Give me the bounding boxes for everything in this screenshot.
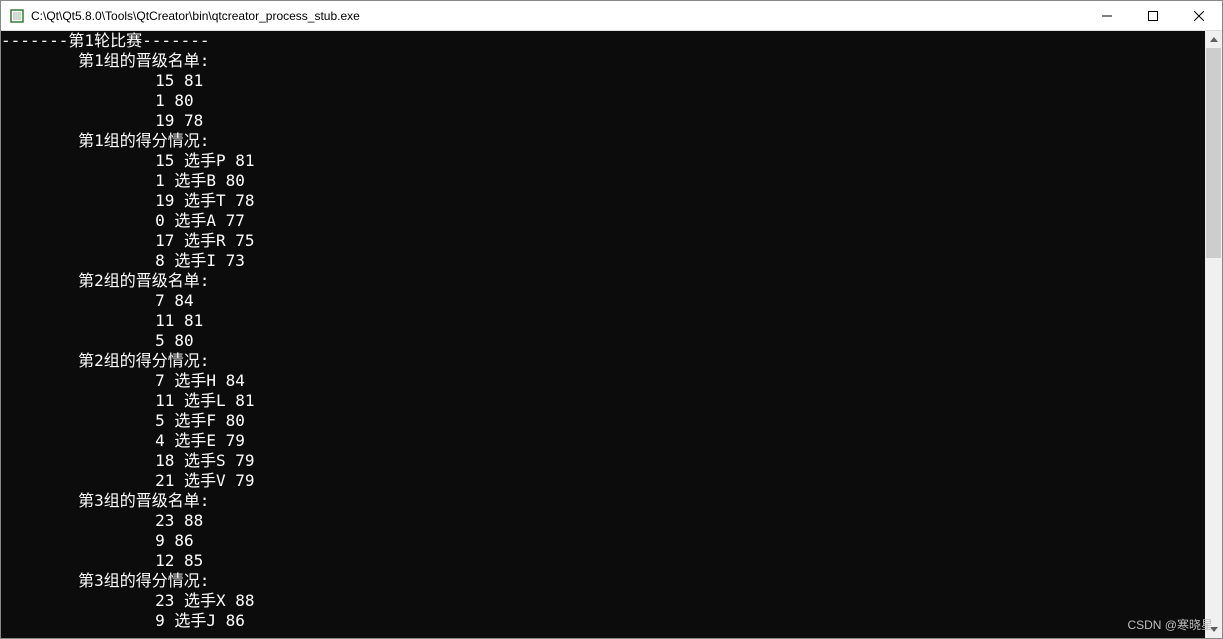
client-area: -------第1轮比赛------- 第1组的晋级名单: 15 81 1 80… — [1, 31, 1222, 638]
console-text: -------第1轮比赛------- 第1组的晋级名单: 15 81 1 80… — [1, 31, 1205, 631]
chevron-up-icon — [1210, 37, 1218, 42]
maximize-button[interactable] — [1130, 1, 1176, 31]
app-window: C:\Qt\Qt5.8.0\Tools\QtCreator\bin\qtcrea… — [0, 0, 1223, 639]
scrollbar-thumb[interactable] — [1206, 48, 1221, 258]
minimize-icon — [1102, 11, 1112, 21]
scroll-up-button[interactable] — [1205, 31, 1222, 48]
close-icon — [1194, 11, 1204, 21]
close-button[interactable] — [1176, 1, 1222, 31]
scroll-down-button[interactable] — [1205, 621, 1222, 638]
vertical-scrollbar[interactable] — [1205, 31, 1222, 638]
window-title: C:\Qt\Qt5.8.0\Tools\QtCreator\bin\qtcrea… — [31, 9, 360, 23]
app-icon — [9, 8, 25, 24]
scrollbar-track[interactable] — [1205, 48, 1222, 621]
chevron-down-icon — [1210, 627, 1218, 632]
minimize-button[interactable] — [1084, 1, 1130, 31]
console-output: -------第1轮比赛------- 第1组的晋级名单: 15 81 1 80… — [1, 31, 1205, 638]
maximize-icon — [1148, 11, 1158, 21]
titlebar[interactable]: C:\Qt\Qt5.8.0\Tools\QtCreator\bin\qtcrea… — [1, 1, 1222, 31]
